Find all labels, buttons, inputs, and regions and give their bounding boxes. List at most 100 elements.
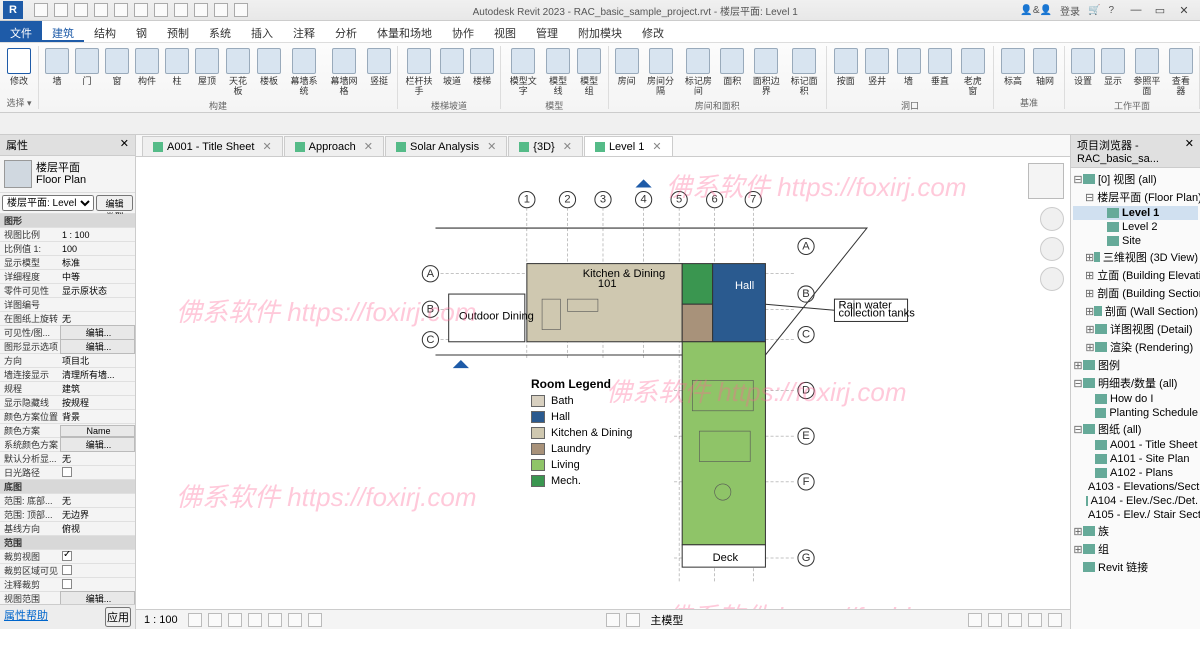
ribbon-button[interactable]: 楼梯 (468, 46, 496, 98)
property-row[interactable]: 视图范围编辑... (0, 592, 135, 604)
ribbon-button[interactable]: 幕墙网格 (325, 46, 363, 98)
property-row[interactable]: 颜色方案位置背景 (0, 410, 135, 424)
ribbon-button[interactable]: 天花板 (223, 46, 253, 98)
checkbox[interactable] (62, 565, 72, 575)
tree-item[interactable]: ⊟楼层平面 (Floor Plan) (1073, 188, 1198, 206)
ribbon-tab[interactable]: 钢 (126, 21, 157, 42)
property-row[interactable]: 视图比例1 : 100 (0, 228, 135, 242)
property-value[interactable]: 无 (60, 452, 135, 465)
tree-item[interactable]: ⊞三维视图 (3D View) (1073, 248, 1198, 266)
canvas[interactable]: 1 2 3 4 5 6 7 A B C A B C D E (136, 157, 1070, 609)
property-value[interactable]: 俯视 (60, 522, 135, 535)
tree-item[interactable]: ⊞剖面 (Building Section) (1073, 284, 1198, 302)
ribbon-button[interactable]: 参照平面 (1129, 46, 1165, 98)
tree-toggle-icon[interactable]: ⊞ (1085, 287, 1094, 300)
ribbon-button[interactable]: 显示 (1099, 46, 1127, 98)
modify-button[interactable]: 修改 (4, 46, 34, 95)
tree-toggle-icon[interactable]: ⊟ (1085, 191, 1094, 204)
property-value[interactable]: 编辑... (60, 325, 135, 340)
property-row[interactable]: 范围: 顶部...无边界 (0, 508, 135, 522)
property-value[interactable]: 编辑... (60, 437, 135, 452)
tree-item[interactable]: A001 - Title Sheet (1073, 438, 1198, 452)
property-value[interactable]: 无 (60, 312, 135, 325)
ribbon-tab[interactable]: 建筑 (42, 21, 84, 42)
tree-item[interactable]: A102 - Plans (1073, 466, 1198, 480)
property-row[interactable]: 可见性/图...编辑... (0, 326, 135, 340)
ribbon-button[interactable]: 墙 (43, 46, 71, 98)
qat-switch-icon[interactable] (234, 3, 248, 17)
property-value[interactable]: 按规程 (60, 396, 135, 409)
ribbon-button[interactable]: 墙 (894, 46, 923, 98)
tree-item[interactable]: ⊞组 (1073, 540, 1198, 558)
property-row[interactable]: 默认分析显...无 (0, 452, 135, 466)
tree-toggle-icon[interactable]: ⊞ (1073, 359, 1083, 372)
nav-wheel-icon[interactable] (1040, 237, 1064, 261)
ribbon-tab[interactable]: 视图 (484, 21, 526, 42)
tree-toggle-icon[interactable]: ⊞ (1073, 525, 1083, 538)
qat-save-icon[interactable] (54, 3, 68, 17)
property-row[interactable]: 显示隐藏线按规程 (0, 396, 135, 410)
property-value[interactable] (60, 565, 135, 577)
property-value[interactable]: 编辑... (60, 339, 135, 354)
ribbon-tab[interactable]: 管理 (526, 21, 568, 42)
tree-item[interactable]: ⊞图例 (1073, 356, 1198, 374)
checkbox[interactable] (62, 579, 72, 589)
checkbox[interactable] (62, 551, 72, 561)
ribbon-button[interactable]: 房间分隔 (643, 46, 679, 98)
close-tab-icon[interactable]: ✕ (487, 140, 496, 153)
ribbon-button[interactable]: 模型组 (575, 46, 604, 98)
ribbon-button[interactable]: 设置 (1069, 46, 1097, 98)
qat-print-icon[interactable] (114, 3, 128, 17)
property-value[interactable]: 编辑... (60, 591, 135, 604)
tree-item[interactable]: Planting Schedule (1073, 406, 1198, 420)
property-value[interactable]: 无 (60, 494, 135, 507)
property-value[interactable]: 建筑 (60, 382, 135, 395)
ribbon-button[interactable]: 面积 (718, 46, 746, 98)
ribbon-button[interactable]: 查看器 (1167, 46, 1195, 98)
tree-item[interactable]: ⊞渲染 (Rendering) (1073, 338, 1198, 356)
ribbon-button[interactable]: 轴网 (1030, 46, 1060, 95)
filter-icon[interactable] (1048, 613, 1062, 627)
ribbon-tab[interactable]: 修改 (632, 21, 674, 42)
ribbon-tab[interactable]: 分析 (325, 21, 367, 42)
property-value[interactable]: 100 (60, 244, 135, 254)
tree-toggle-icon[interactable]: ⊞ (1085, 251, 1094, 264)
reveal-icon[interactable] (308, 613, 322, 627)
ribbon-tab[interactable]: 结构 (84, 21, 126, 42)
view-tab[interactable]: Solar Analysis✕ (385, 136, 507, 156)
help-icon[interactable]: ? (1108, 5, 1114, 16)
property-row[interactable]: 系统颜色方案编辑... (0, 438, 135, 452)
view-tab[interactable]: {3D}✕ (508, 136, 583, 156)
property-row[interactable]: 图形显示选项编辑... (0, 340, 135, 354)
workset-icon[interactable] (606, 613, 620, 627)
tree-toggle-icon[interactable]: ⊞ (1085, 341, 1095, 354)
ribbon-button[interactable]: 幕墙系统 (285, 46, 323, 98)
property-row[interactable]: 范围: 底部...无 (0, 494, 135, 508)
tree-item[interactable]: Level 2 (1073, 220, 1198, 234)
ribbon-button[interactable]: 面积边界 (748, 46, 784, 98)
properties-help-link[interactable]: 属性帮助 (4, 607, 48, 627)
property-value[interactable] (60, 579, 135, 591)
property-value[interactable] (60, 467, 135, 479)
type-selector[interactable]: 楼层平面 Floor Plan (0, 156, 135, 193)
view-tab[interactable]: Approach✕ (284, 136, 384, 156)
property-row[interactable]: 裁剪区域可见 (0, 564, 135, 578)
ribbon-button[interactable]: 房间 (613, 46, 641, 98)
property-row[interactable]: 规程建筑 (0, 382, 135, 396)
qat-close-icon[interactable] (214, 3, 228, 17)
visual-style-icon[interactable] (208, 613, 222, 627)
ribbon-button[interactable]: 标高 (998, 46, 1028, 95)
nav-pan-icon[interactable] (1040, 267, 1064, 291)
hide-icon[interactable] (288, 613, 302, 627)
panel-close-icon[interactable]: ✕ (120, 137, 129, 153)
tree-toggle-icon[interactable]: ⊞ (1085, 323, 1095, 336)
view-tab[interactable]: A001 - Title Sheet✕ (142, 136, 283, 156)
tree-toggle-icon[interactable]: ⊟ (1073, 423, 1083, 436)
property-row[interactable]: 日光路径 (0, 466, 135, 480)
tree-item[interactable]: ⊟图纸 (all) (1073, 420, 1198, 438)
property-value[interactable]: 1 : 100 (60, 230, 135, 240)
qat-measure-icon[interactable] (134, 3, 148, 17)
user-icon[interactable]: 👤&👤 (1020, 5, 1052, 16)
ribbon-button[interactable]: 模型文字 (505, 46, 542, 98)
ribbon-tab[interactable]: 插入 (241, 21, 283, 42)
